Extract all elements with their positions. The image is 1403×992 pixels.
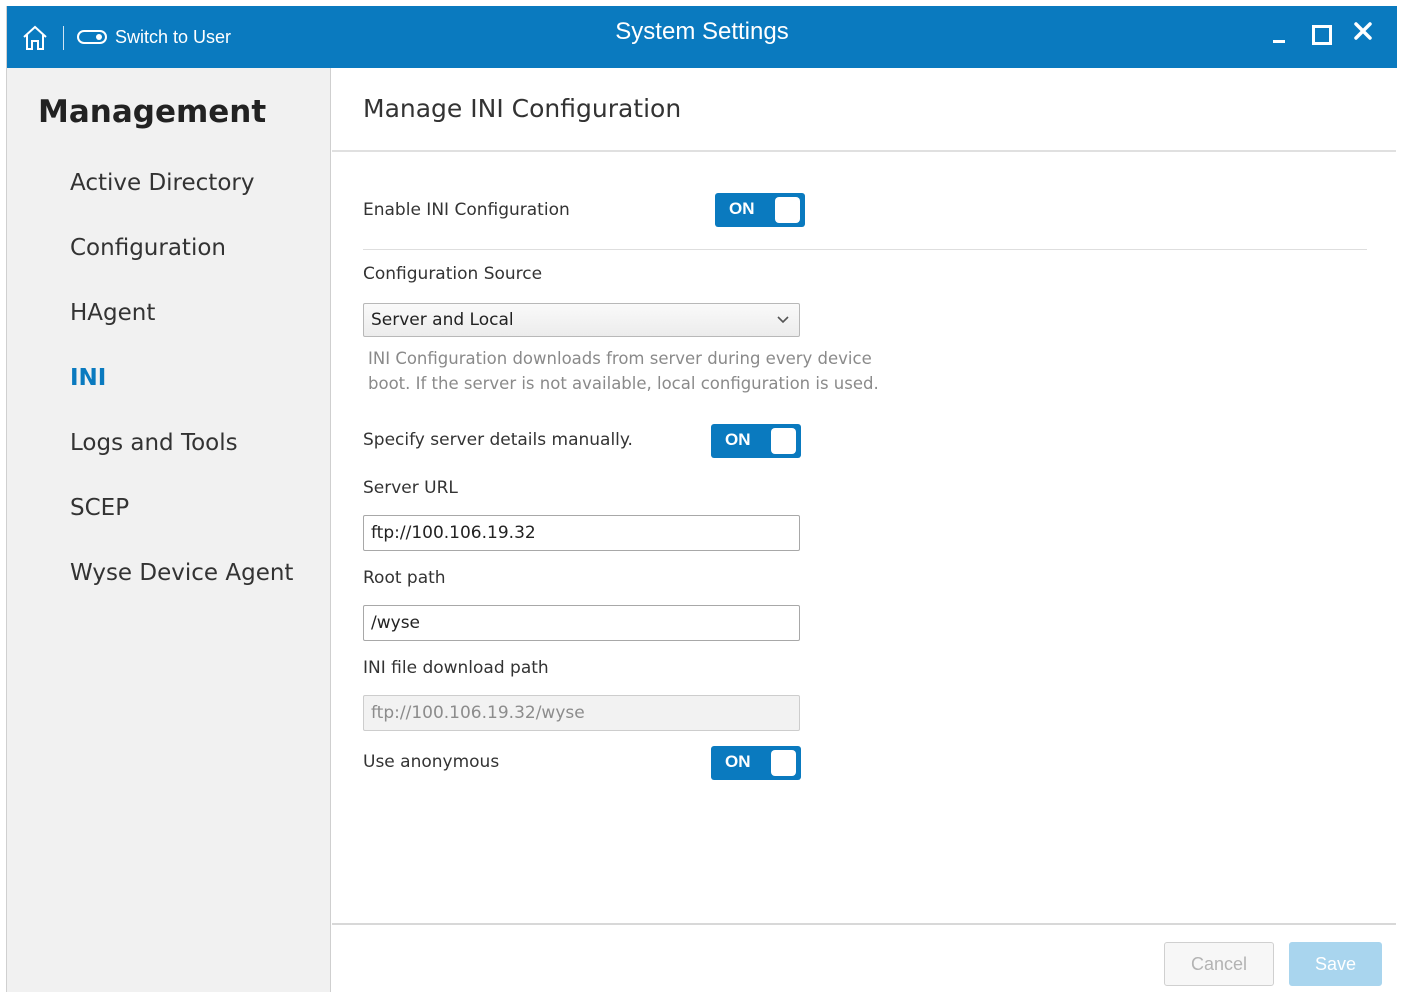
toggle-knob <box>771 750 796 776</box>
root-path-input[interactable] <box>363 605 800 641</box>
page-header: Manage INI Configuration <box>332 68 1396 152</box>
server-url-input[interactable] <box>363 515 800 551</box>
server-url-label: Server URL <box>363 478 458 498</box>
sidebar-title: Management <box>38 94 267 130</box>
page-title: Manage INI Configuration <box>363 94 682 123</box>
enable-ini-label: Enable INI Configuration <box>363 200 570 220</box>
sidebar-item-hagent[interactable]: HAgent <box>70 300 155 326</box>
root-path-label: Root path <box>363 568 446 588</box>
home-icon[interactable] <box>21 24 49 52</box>
cancel-button[interactable]: Cancel <box>1164 942 1274 986</box>
download-path-label: INI file download path <box>363 658 549 678</box>
title-bar: Switch to User System Settings <box>7 6 1397 68</box>
anonymous-toggle[interactable]: ON <box>711 746 801 780</box>
save-button[interactable]: Save <box>1289 942 1382 986</box>
toggle-state-label: ON <box>725 430 751 449</box>
download-path-input <box>363 695 800 731</box>
close-icon[interactable] <box>1351 18 1375 49</box>
settings-window: Switch to User System Settings Managemen… <box>6 6 1397 992</box>
section-divider <box>363 249 1367 250</box>
footer-bar: Cancel Save <box>332 923 1396 992</box>
config-source-label: Configuration Source <box>363 264 543 284</box>
maximize-icon[interactable] <box>1309 21 1333 47</box>
config-source-help: INI Configuration downloads from server … <box>368 349 879 393</box>
manual-server-label: Specify server details manually. <box>363 430 633 450</box>
toggle-state-label: ON <box>729 199 755 218</box>
enable-ini-toggle[interactable]: ON <box>715 193 805 227</box>
sidebar-item-wyse-device-agent[interactable]: Wyse Device Agent <box>70 560 293 586</box>
switch-to-user-toggle[interactable]: Switch to User <box>77 24 231 50</box>
switch-to-user-label: Switch to User <box>115 26 232 47</box>
chevron-down-icon <box>777 316 789 324</box>
anonymous-label: Use anonymous <box>363 752 500 772</box>
manual-server-toggle[interactable]: ON <box>711 424 801 458</box>
sidebar-item-configuration[interactable]: Configuration <box>70 235 226 261</box>
titlebar-separator <box>63 26 64 50</box>
main-panel: Manage INI Configuration Enable INI Conf… <box>332 68 1396 992</box>
sidebar-item-active-directory[interactable]: Active Directory <box>70 170 254 196</box>
config-source-value: Server and Local <box>371 310 514 330</box>
sidebar-item-logs-and-tools[interactable]: Logs and Tools <box>70 430 238 456</box>
config-source-select[interactable]: Server and Local <box>363 303 800 337</box>
toggle-icon <box>77 30 107 44</box>
sidebar-item-ini[interactable]: INI <box>70 365 106 391</box>
sidebar: Management Active Directory Configuratio… <box>7 68 331 992</box>
toggle-state-label: ON <box>725 752 751 771</box>
toggle-knob <box>771 428 796 454</box>
toggle-knob <box>775 197 800 223</box>
sidebar-item-scep[interactable]: SCEP <box>70 495 129 521</box>
minimize-icon[interactable] <box>1267 21 1291 47</box>
